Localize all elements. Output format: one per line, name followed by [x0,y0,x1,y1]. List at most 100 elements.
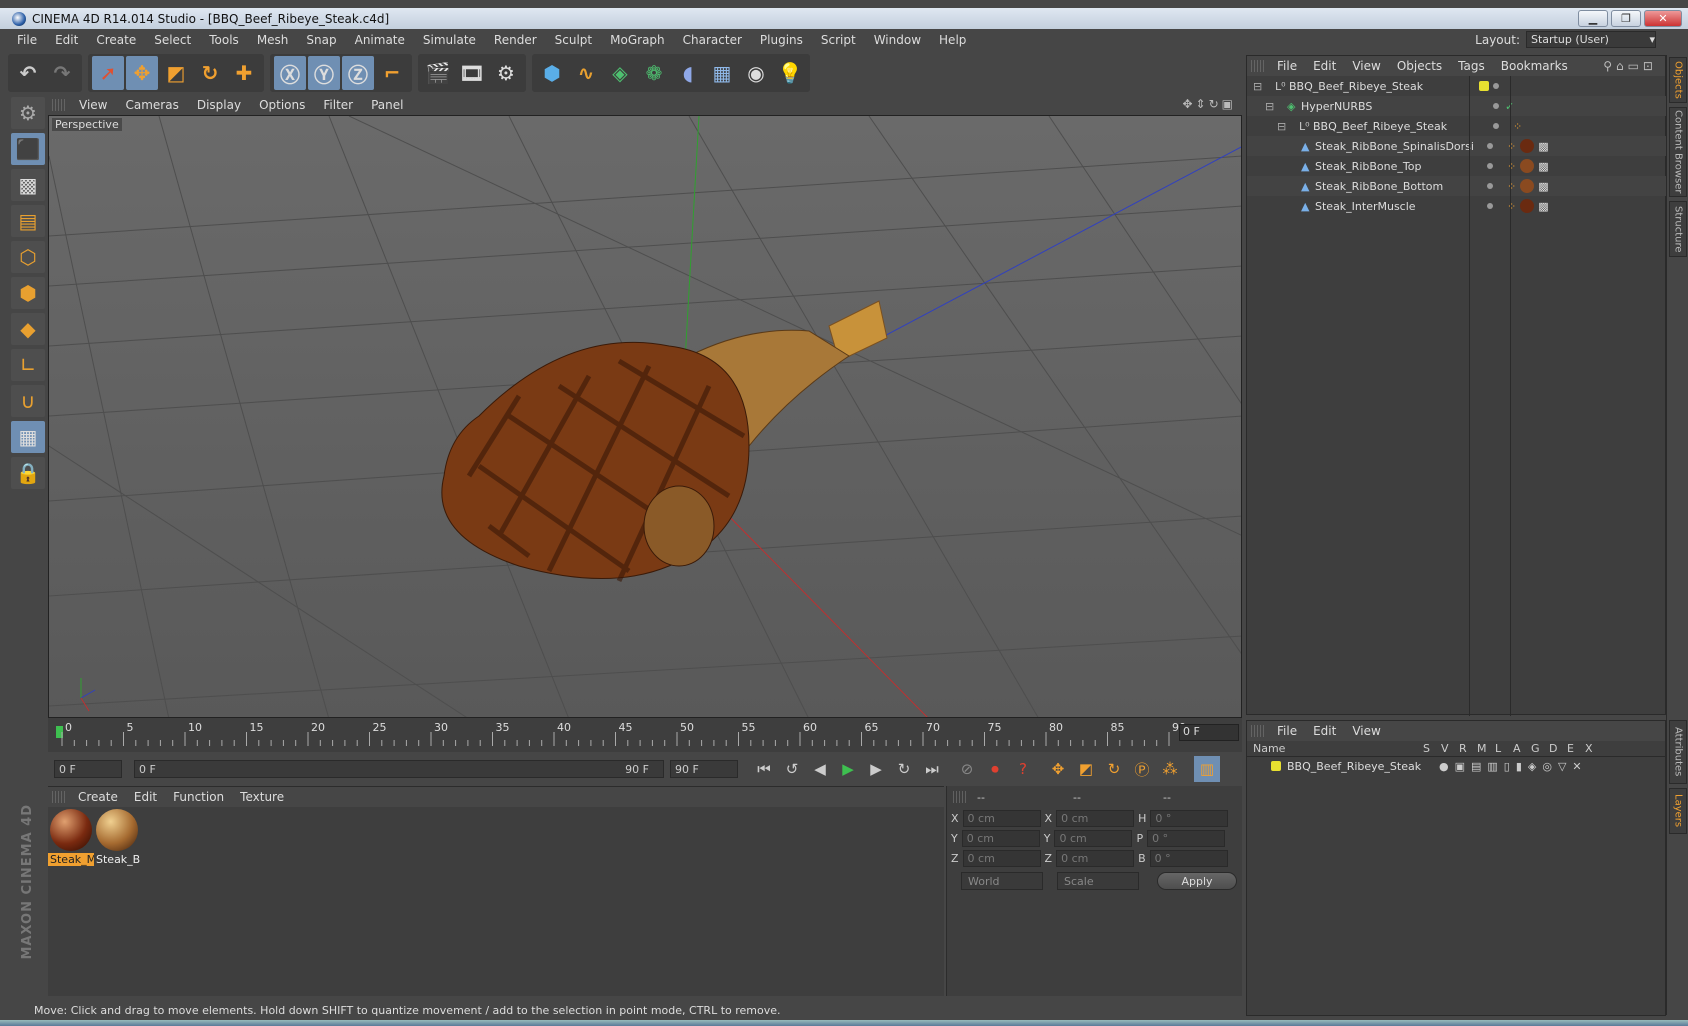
layer-flags-icons[interactable]: ●▣▤▥▯▮◈◎▽✕ [1439,760,1588,773]
model-mode-icon[interactable]: ⬛ [11,133,45,165]
undo-icon[interactable]: ↶ [12,56,44,90]
position-x-field[interactable]: 0 cm [962,810,1041,827]
previous-frame-icon[interactable]: ◀ [807,756,833,782]
layer-menu-edit[interactable]: Edit [1305,724,1344,738]
tab-content-browser[interactable]: Content Browser [1669,107,1687,197]
drag-grip-icon[interactable] [52,791,66,803]
object-menu-file[interactable]: File [1269,59,1305,73]
apply-button[interactable]: Apply [1157,872,1237,890]
menu-render[interactable]: Render [485,33,546,47]
expand-icon[interactable]: ⊟ [1265,100,1287,113]
ribeye-steak-model[interactable] [441,300,888,583]
close-button[interactable]: ✕ [1644,10,1682,27]
edge-mode-icon[interactable]: ⬢ [11,277,45,309]
size-mode-dropdown[interactable]: Scale [1057,872,1139,890]
spline-icon[interactable]: ∿ [570,56,602,90]
menu-help[interactable]: Help [930,33,975,47]
live-selection-icon[interactable]: ➚ [92,56,124,90]
lock-workplane-icon[interactable]: 🔒 [11,457,45,489]
tweak-mode-icon[interactable]: ∪ [11,385,45,417]
visibility-dot-icon[interactable] [1487,163,1493,169]
y-axis-lock-icon[interactable]: Ⓨ [308,56,340,90]
x-axis-lock-icon[interactable]: Ⓧ [274,56,306,90]
menu-window[interactable]: Window [865,33,930,47]
previous-key-icon[interactable]: ↺ [779,756,805,782]
autokey-icon[interactable]: ? [1010,756,1036,782]
rotation-b-field[interactable]: 0 ° [1149,850,1228,867]
menu-animate[interactable]: Animate [346,33,414,47]
go-to-start-icon[interactable]: ⏮ [751,756,777,782]
menu-script[interactable]: Script [812,33,865,47]
phong-tag-icon[interactable]: ⁘ [1507,140,1516,153]
viewport-menu-view[interactable]: View [70,98,116,112]
phong-tag-icon[interactable]: ⁘ [1507,160,1516,173]
coordinate-space-dropdown[interactable]: World [961,872,1043,890]
render-settings-icon[interactable]: ⚙ [490,56,522,90]
size-z-field[interactable]: 0 cm [1056,850,1135,867]
viewport-menu-options[interactable]: Options [250,98,314,112]
deformer-icon[interactable]: ◖ [672,56,704,90]
render-view-icon[interactable]: 🎬 [422,56,454,90]
object-menu-tags[interactable]: Tags [1450,59,1493,73]
array-icon[interactable]: ❁ [638,56,670,90]
menu-select[interactable]: Select [145,33,200,47]
expand-icon[interactable]: ⊟ [1277,120,1299,133]
drag-grip-icon[interactable] [1251,60,1265,72]
material-swatch[interactable]: Steak_M [48,807,94,866]
position-y-field[interactable]: 0 cm [961,830,1040,847]
viewport-menu-display[interactable]: Display [188,98,250,112]
texture-mode-icon[interactable]: ▩ [11,169,45,201]
record-icon[interactable]: ⏺ [982,756,1008,782]
object-row[interactable]: ⊟ ◈ HyperNURBS ✓ [1247,96,1667,116]
menu-sculpt[interactable]: Sculpt [546,33,601,47]
material-menu-texture[interactable]: Texture [232,790,292,804]
layer-menu-view[interactable]: View [1344,724,1388,738]
material-menu-create[interactable]: Create [70,790,126,804]
search-icon[interactable]: ⚲⌂▭⊡ [1603,59,1657,73]
position-z-field[interactable]: 0 cm [962,850,1041,867]
object-row[interactable]: ⊟ L⁰ BBQ_Beef_Ribeye_Steak ⁘ [1247,116,1667,136]
polygon-mode-icon[interactable]: ◆ [11,313,45,345]
next-key-icon[interactable]: ↻ [891,756,917,782]
play-icon[interactable]: ▶ [835,756,861,782]
material-tag-icon[interactable] [1520,139,1535,153]
key-scale-icon[interactable]: ◩ [1073,756,1099,782]
perspective-viewport[interactable]: Perspective [48,115,1242,718]
rotation-p-field[interactable]: 0 ° [1147,830,1226,847]
floor-icon[interactable]: ▦ [706,56,738,90]
uvw-tag-icon[interactable]: ▩ [1538,200,1548,213]
phong-tag-icon[interactable]: ⁘ [1507,200,1516,213]
camera-icon[interactable]: ◉ [740,56,772,90]
key-position-icon[interactable]: ✥ [1045,756,1071,782]
tab-objects[interactable]: Objects [1669,57,1687,103]
axis-mode-icon[interactable]: ∟ [11,349,45,381]
go-to-end-icon[interactable]: ⏭ [919,756,945,782]
viewport-navigation-icons[interactable]: ✥⇕↻▣ [1182,97,1236,111]
nurbs-icon[interactable]: ◈ [604,56,636,90]
rotation-h-field[interactable]: 0 ° [1150,810,1229,827]
key-parameter-icon[interactable]: Ⓟ [1129,756,1155,782]
snap-icon[interactable]: ▦ [11,421,45,453]
point-mode-icon[interactable]: ⬡ [11,241,45,273]
menu-plugins[interactable]: Plugins [751,33,812,47]
material-menu-edit[interactable]: Edit [126,790,165,804]
make-editable-icon[interactable]: ⚙ [11,97,45,129]
menu-create[interactable]: Create [87,33,145,47]
minimize-button[interactable]: ▁ [1578,10,1608,27]
drag-grip-icon[interactable] [953,791,967,803]
visibility-dot-icon[interactable] [1487,203,1493,209]
expand-icon[interactable]: ⊟ [1253,80,1275,93]
visibility-dot-icon[interactable] [1493,123,1499,129]
object-row[interactable]: ▲ Steak_RibBone_Bottom ⁘ ▩ [1247,176,1667,196]
material-tag-icon[interactable] [1520,159,1535,173]
workplane-mode-icon[interactable]: ▤ [11,205,45,237]
keyframe-icon[interactable]: ⊘ [954,756,980,782]
redo-icon[interactable]: ↷ [46,56,78,90]
visibility-dot-icon[interactable] [1487,183,1493,189]
menu-character[interactable]: Character [674,33,751,47]
menu-file[interactable]: File [8,33,46,47]
menu-snap[interactable]: Snap [297,33,345,47]
menu-mesh[interactable]: Mesh [248,33,298,47]
coordinate-system-icon[interactable]: ⌐ [376,56,408,90]
key-rotation-icon[interactable]: ↻ [1101,756,1127,782]
